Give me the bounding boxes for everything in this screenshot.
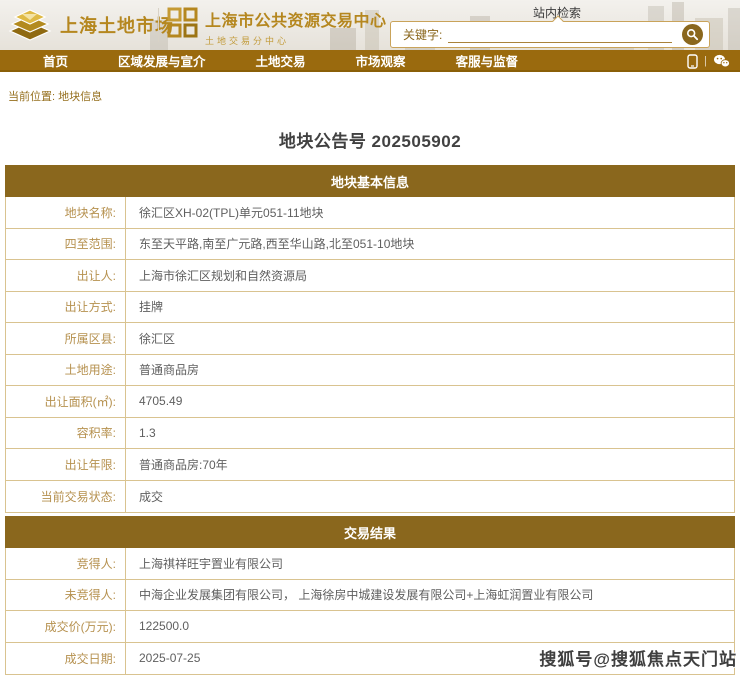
row-label: 四至范围: — [6, 229, 126, 260]
page-title: 地块公告号 202505902 — [0, 127, 740, 152]
row-label: 土地用途: — [6, 355, 126, 386]
row-value: 4705.49 — [126, 386, 734, 417]
keyword-label: 关键字: — [403, 26, 442, 43]
table-row: 出让方式: 挂牌 — [6, 292, 734, 324]
skyline-building — [728, 8, 740, 50]
row-label: 成交日期: — [6, 643, 126, 675]
row-label: 出让年限: — [6, 449, 126, 480]
land-market-logo-icon — [6, 5, 52, 45]
breadcrumb: 当前位置: 地块信息 — [8, 88, 740, 104]
mobile-icon[interactable] — [687, 54, 698, 69]
row-value: 普通商品房:70年 — [126, 449, 734, 480]
nav-item-land-trade[interactable]: 土地交易 — [231, 51, 331, 70]
nav-icon-divider: | — [704, 55, 707, 67]
basic-info-table: 地块名称: 徐汇区XH-02(TPL)单元051-11地块 四至范围: 东至天平… — [5, 197, 735, 513]
nav-item-service[interactable]: 客服与监督 — [431, 51, 544, 70]
row-label: 出让人: — [6, 260, 126, 291]
exchange-center-logo-icon — [167, 7, 199, 41]
main-nav: 首页 区域发展与宣介 土地交易 市场观察 客服与监督 | — [0, 50, 740, 72]
row-value: 1.3 — [126, 418, 734, 449]
table-row: 四至范围: 东至天平路,南至广元路,西至华山路,北至051-10地块 — [6, 229, 734, 261]
row-value: 上海祺祥旺宇置业有限公司 — [126, 548, 734, 579]
row-value: 徐汇区 — [126, 323, 734, 354]
logo-primary-title: 上海土地市场 — [60, 12, 174, 38]
logo-public-resource-center[interactable]: 上海市公共资源交易中心 土地交易分中心 — [167, 7, 387, 47]
row-value: 成交 — [126, 481, 734, 513]
row-value: 中海企业发展集团有限公司， 上海徐房中城建设发展有限公司+上海虹润置业有限公司 — [126, 580, 734, 611]
row-value: 上海市徐汇区规划和自然资源局 — [126, 260, 734, 291]
row-value: 徐汇区XH-02(TPL)单元051-11地块 — [126, 197, 734, 228]
table-row: 出让年限: 普通商品房:70年 — [6, 449, 734, 481]
section-header-basic-info: 地块基本信息 — [5, 165, 735, 197]
nav-item-market-view[interactable]: 市场观察 — [331, 51, 431, 70]
table-row: 所属区县: 徐汇区 — [6, 323, 734, 355]
search-button[interactable] — [682, 24, 703, 45]
row-label: 地块名称: — [6, 197, 126, 228]
table-row: 成交价(万元): 122500.0 — [6, 611, 734, 643]
logo-divider — [158, 8, 159, 42]
row-label: 出让面积(㎡): — [6, 386, 126, 417]
row-label: 成交价(万元): — [6, 611, 126, 642]
site-search-box: 关键字: — [390, 21, 710, 48]
wechat-icon[interactable] — [713, 54, 730, 68]
search-input[interactable] — [448, 27, 672, 43]
table-row: 土地用途: 普通商品房 — [6, 355, 734, 387]
table-row: 当前交易状态: 成交 — [6, 481, 734, 513]
table-row: 地块名称: 徐汇区XH-02(TPL)单元051-11地块 — [6, 197, 734, 229]
row-label: 出让方式: — [6, 292, 126, 323]
row-value: 东至天平路,南至广元路,西至华山路,北至051-10地块 — [126, 229, 734, 260]
sohu-watermark: 搜狐号@搜狐焦点天门站 — [539, 645, 737, 670]
logo-secondary-subtitle: 土地交易分中心 — [205, 34, 387, 47]
row-label: 容积率: — [6, 418, 126, 449]
row-value: 挂牌 — [126, 292, 734, 323]
table-row: 出让人: 上海市徐汇区规划和自然资源局 — [6, 260, 734, 292]
section-header-trade-result: 交易结果 — [5, 516, 735, 548]
row-value: 普通商品房 — [126, 355, 734, 386]
row-label: 所属区县: — [6, 323, 126, 354]
table-row: 出让面积(㎡): 4705.49 — [6, 386, 734, 418]
row-label: 未竞得人: — [6, 580, 126, 611]
logo-shanghai-land-market[interactable]: 上海土地市场 — [6, 5, 174, 45]
row-label: 竞得人: — [6, 548, 126, 579]
parcel-info-tables: 地块基本信息 地块名称: 徐汇区XH-02(TPL)单元051-11地块 四至范… — [5, 165, 735, 675]
nav-item-home[interactable]: 首页 — [18, 51, 93, 70]
site-header: 上海土地市场 上海市公共资源交易中心 土地交易分中心 站内检索 关键字: — [0, 0, 740, 50]
search-icon — [686, 28, 699, 41]
row-value: 122500.0 — [126, 611, 734, 642]
table-row: 未竞得人: 中海企业发展集团有限公司， 上海徐房中城建设发展有限公司+上海虹润置… — [6, 580, 734, 612]
table-row: 竞得人: 上海祺祥旺宇置业有限公司 — [6, 548, 734, 580]
row-label: 当前交易状态: — [6, 481, 126, 513]
table-row: 容积率: 1.3 — [6, 418, 734, 450]
logo-secondary-title: 上海市公共资源交易中心 — [205, 7, 387, 31]
nav-item-region-dev[interactable]: 区域发展与宣介 — [93, 51, 231, 70]
